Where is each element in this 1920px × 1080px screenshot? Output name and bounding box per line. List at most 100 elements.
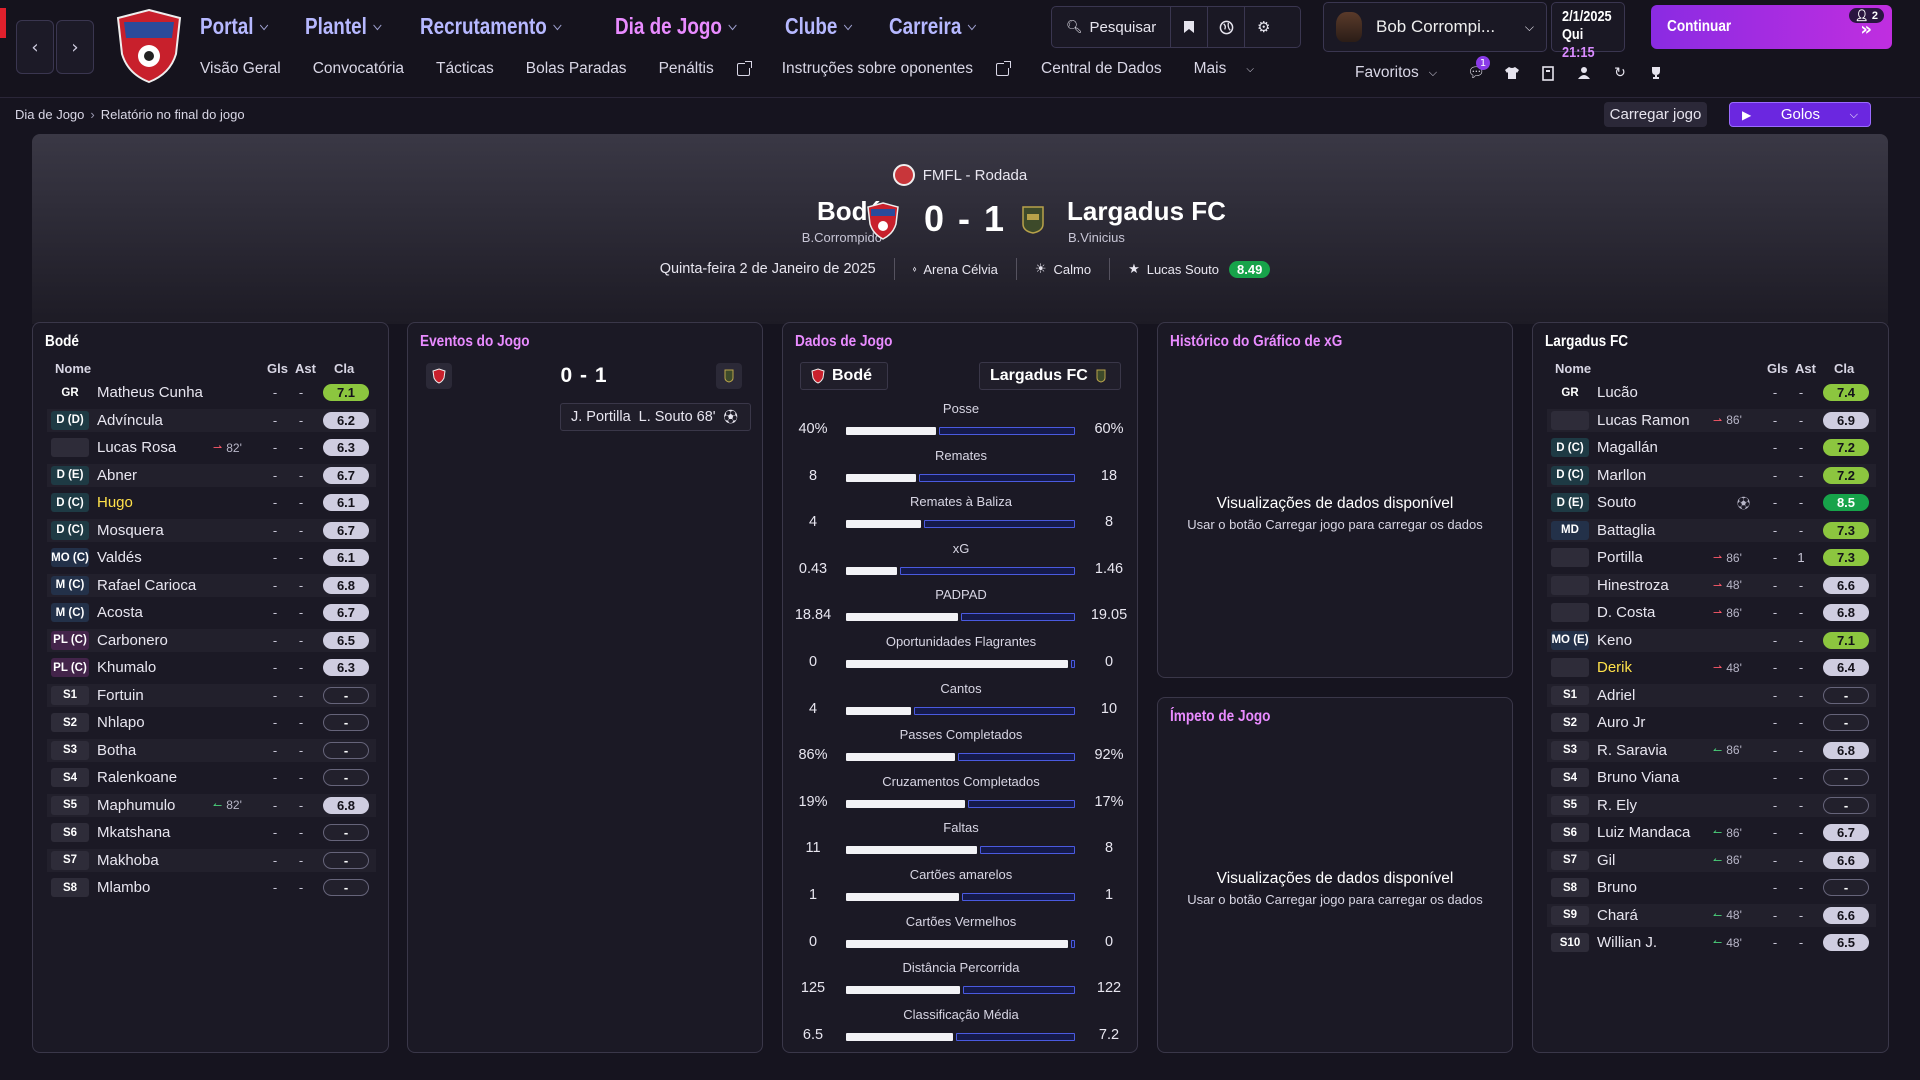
player-row[interactable]: PL (C) Carbonero - - 6.5	[47, 628, 376, 652]
player-row[interactable]: MO (E) Keno - - 7.1	[1547, 628, 1876, 652]
player-name[interactable]: Bruno Viana	[1597, 769, 1713, 786]
shirt-icon[interactable]	[1494, 62, 1530, 84]
goal-event[interactable]: J. Portilla L. Souto 68' ⚽︎	[560, 403, 751, 431]
forward-button[interactable]: ›	[56, 20, 94, 74]
player-row[interactable]: D (E) Abner - - 6.7	[47, 463, 376, 487]
player-name[interactable]: Magallán	[1597, 439, 1713, 456]
player-of-match[interactable]: Lucas Souto	[1147, 262, 1219, 277]
player-row[interactable]: Portilla ⇀ 86' -1 7.3	[1547, 546, 1876, 569]
player-name[interactable]: Ralenkoane	[97, 769, 213, 786]
nav-plantel[interactable]: Plantel ⌵	[305, 13, 381, 40]
col-header-name[interactable]: Nome	[1555, 361, 1591, 376]
stadium-name[interactable]: Arena Célvia	[923, 262, 997, 277]
subnav-item[interactable]: Mais ⌵	[1194, 60, 1270, 78]
player-row[interactable]: S10 Willian J. ↼ 48' - -6.5	[1547, 931, 1876, 954]
player-row[interactable]: S4 Ralenkoane - - -	[47, 766, 376, 789]
player-name[interactable]: Mlambo	[97, 879, 213, 896]
player-name[interactable]: Derik	[1597, 659, 1713, 676]
player-name[interactable]: Bruno	[1597, 879, 1713, 896]
chat-icon[interactable]: 💬︎ 1	[1458, 56, 1494, 84]
stats-away-team[interactable]: Largadus FC	[979, 362, 1121, 390]
player-name[interactable]: Rafael Carioca	[97, 577, 213, 594]
player-row[interactable]: Lucas Rosa ⇀ 82' - -6.3	[47, 436, 376, 459]
favorites-dropdown[interactable]: Favoritos ⌵	[1355, 64, 1437, 82]
player-name[interactable]: Acosta	[97, 604, 213, 621]
subnav-item[interactable]: Visão Geral	[200, 60, 297, 78]
nav-carreira[interactable]: Carreira ⌵	[889, 13, 976, 40]
player-row[interactable]: S8 Bruno - - -	[1547, 876, 1876, 899]
club-crest-icon[interactable]	[114, 8, 184, 84]
globe-icon[interactable]	[1208, 7, 1246, 47]
player-name[interactable]: D. Costa	[1597, 604, 1713, 621]
player-name[interactable]: Souto	[1597, 494, 1713, 511]
player-row[interactable]: M (C) Acosta - - 6.7	[47, 601, 376, 624]
player-row[interactable]: Lucas Ramon ⇀ 86' - -6.9	[1547, 408, 1876, 432]
player-name[interactable]: Khumalo	[97, 659, 213, 676]
player-name[interactable]: Nhlapo	[97, 714, 213, 731]
player-name[interactable]: Hinestroza	[1597, 577, 1713, 594]
player-row[interactable]: MD Battaglia - - 7.3	[1547, 518, 1876, 542]
player-name[interactable]: Lucas Rosa	[97, 439, 213, 456]
bookmark-icon[interactable]	[1171, 7, 1209, 47]
player-row[interactable]: S8 Mlambo - - -	[47, 876, 376, 899]
subnav-item[interactable]: Bolas Paradas	[526, 60, 643, 78]
subnav-item[interactable]: Instruções sobre oponentes	[782, 60, 1025, 78]
player-row[interactable]: S5 R. Ely - - -	[1547, 793, 1876, 817]
subnav-item[interactable]: Central de Dados	[1041, 60, 1178, 78]
player-name[interactable]: Valdés	[97, 549, 213, 566]
player-name[interactable]: R. Ely	[1597, 797, 1713, 814]
search-button[interactable]: 🔍︎ Pesquisar	[1052, 7, 1172, 47]
refresh-icon[interactable]: ↻	[1602, 62, 1638, 84]
goals-dropdown[interactable]: ▶ Golos ⌵	[1729, 102, 1871, 127]
player-name[interactable]: Auro Jr	[1597, 714, 1713, 731]
player-row[interactable]: M (C) Rafael Carioca - - 6.8	[47, 573, 376, 597]
col-header-goals[interactable]: Gls	[1767, 361, 1788, 376]
player-name[interactable]: Portilla	[1597, 549, 1713, 566]
player-row[interactable]: D (D) Advíncula - - 6.2	[47, 408, 376, 432]
player-row[interactable]: PL (C) Khumalo - - 6.3	[47, 656, 376, 679]
player-row[interactable]: S3 R. Saravia ↼ 86' - -6.8	[1547, 738, 1876, 762]
back-button[interactable]: ‹	[16, 20, 54, 74]
col-header-name[interactable]: Nome	[55, 361, 91, 376]
away-team-name[interactable]: Largadus FC	[1067, 196, 1226, 227]
player-row[interactable]: S2 Nhlapo - - -	[47, 711, 376, 734]
player-name[interactable]: Chará	[1597, 907, 1713, 924]
player-row[interactable]: S6 Mkatshana - - -	[47, 821, 376, 844]
user-profile-button[interactable]: Bob Corrompi... ⌵	[1323, 2, 1547, 52]
player-row[interactable]: GR Lucão - - 7.4	[1547, 381, 1876, 404]
player-name[interactable]: Willian J.	[1597, 934, 1713, 951]
document-icon[interactable]	[1530, 62, 1566, 84]
staff-icon[interactable]	[1566, 62, 1602, 84]
subnav-item[interactable]: Tácticas	[436, 60, 510, 78]
player-name[interactable]: Maphumulo	[97, 797, 213, 814]
player-row[interactable]: S1 Adriel - - -	[1547, 683, 1876, 707]
player-row[interactable]: S7 Gil ↼ 86' - -6.6	[1547, 848, 1876, 872]
player-row[interactable]: S2 Auro Jr - - -	[1547, 711, 1876, 734]
nav-clube[interactable]: Clube ⌵	[785, 13, 852, 40]
load-game-button[interactable]: Carregar jogo	[1604, 102, 1707, 127]
player-name[interactable]: Abner	[97, 467, 213, 484]
player-name[interactable]: Luiz Mandaca	[1597, 824, 1713, 841]
player-row[interactable]: S7 Makhoba - - -	[47, 848, 376, 872]
player-name[interactable]: Botha	[97, 742, 213, 759]
col-header-rating[interactable]: Cla	[334, 361, 354, 376]
stats-home-team[interactable]: Bodé	[800, 362, 888, 390]
player-row[interactable]: D (C) Mosquera - - 6.7	[47, 518, 376, 542]
player-name[interactable]: Gil	[1597, 852, 1713, 869]
player-name[interactable]: Lucão	[1597, 384, 1713, 401]
col-header-rating[interactable]: Cla	[1834, 361, 1854, 376]
player-row[interactable]: GR Matheus Cunha - - 7.1	[47, 381, 376, 404]
player-name[interactable]: Fortuin	[97, 687, 213, 704]
player-name[interactable]: Carbonero	[97, 632, 213, 649]
player-name[interactable]: Adriel	[1597, 687, 1713, 704]
player-name[interactable]: Keno	[1597, 632, 1713, 649]
player-row[interactable]: S3 Botha - - -	[47, 738, 376, 762]
trophy-icon[interactable]	[1638, 62, 1674, 84]
player-row[interactable]: D (C) Magallán - - 7.2	[1547, 436, 1876, 459]
nav-recrutamento[interactable]: Recrutamento ⌵	[420, 13, 561, 40]
continue-button[interactable]: Continuar 👤︎ 2 »	[1651, 5, 1892, 49]
player-row[interactable]: MO (C) Valdés - - 6.1	[47, 546, 376, 569]
col-header-assists[interactable]: Ast	[1795, 361, 1816, 376]
nav-portal[interactable]: Portal ⌵	[200, 13, 268, 40]
player-row[interactable]: D (C) Hugo - - 6.1	[47, 491, 376, 514]
